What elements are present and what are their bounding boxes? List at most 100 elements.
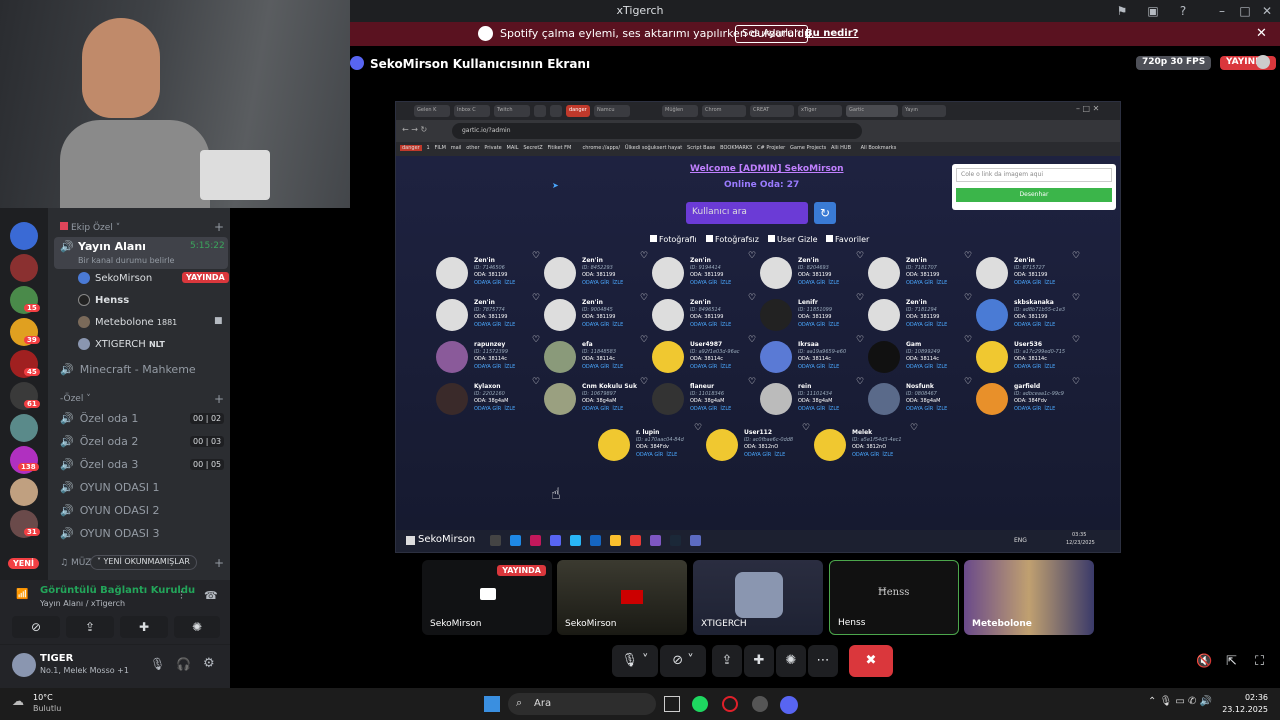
watch-link[interactable]: İZLE xyxy=(504,364,515,370)
heart-icon[interactable]: ♡ xyxy=(964,251,972,261)
heart-icon[interactable]: ♡ xyxy=(532,251,540,261)
remote-app-icon[interactable] xyxy=(590,535,601,546)
mic-toggle-button[interactable]: 🎙 ˅ xyxy=(612,645,658,677)
channel-oyun-odasi-1[interactable]: 🔊 OYUN ODASI 1 xyxy=(60,481,159,494)
watch-link[interactable]: İZLE xyxy=(1044,406,1055,412)
disconnect-call-icon[interactable]: ☎ xyxy=(204,589,218,602)
browser-tab[interactable]: Müğlen xyxy=(662,105,698,117)
bookmark[interactable]: Script Base xyxy=(687,145,715,151)
discord-app-icon[interactable] xyxy=(780,696,798,714)
channel-oyun-odasi-3[interactable]: 🔊 OYUN ODASI 3 xyxy=(60,527,159,540)
watch-link[interactable]: İZLE xyxy=(504,280,515,286)
heart-icon[interactable]: ♡ xyxy=(856,377,864,387)
watch-link[interactable]: İZLE xyxy=(828,406,839,412)
bookmark[interactable]: chrome://apps/ xyxy=(582,145,620,151)
bookmark[interactable]: All Bookmarks xyxy=(861,145,897,151)
maximize-icon[interactable]: □ xyxy=(1238,4,1252,18)
spotify-app-icon[interactable] xyxy=(692,696,708,712)
remote-app-icon[interactable] xyxy=(550,535,561,546)
heart-icon[interactable]: ♡ xyxy=(856,251,864,261)
filter-favorites[interactable]: Favoriler xyxy=(826,235,869,244)
screen-share-button[interactable]: ⇪ xyxy=(66,616,114,638)
watch-link[interactable]: İZLE xyxy=(720,322,731,328)
soundboard-button[interactable]: ✺ xyxy=(776,645,806,677)
channel-ozel-oda-1[interactable]: 🔊 Özel oda 1 xyxy=(60,412,138,425)
browser-tab[interactable]: Inbox C xyxy=(454,105,490,117)
close-notice-icon[interactable]: ✕ xyxy=(1256,26,1267,41)
heart-icon[interactable]: ♡ xyxy=(748,335,756,345)
watch-link[interactable]: İZLE xyxy=(612,280,623,286)
watch-link[interactable]: İZLE xyxy=(828,280,839,286)
task-view-icon[interactable] xyxy=(664,696,680,712)
join-room-link[interactable]: ODAYA GİR xyxy=(582,322,609,328)
join-room-link[interactable]: ODAYA GİR xyxy=(798,322,825,328)
heart-icon[interactable]: ♡ xyxy=(640,251,648,261)
heart-icon[interactable]: ♡ xyxy=(532,377,540,387)
audio-settings-button[interactable]: Ses Ayarları xyxy=(735,25,809,43)
join-room-link[interactable]: ODAYA GİR xyxy=(690,322,717,328)
checkbox-icon[interactable] xyxy=(650,235,657,242)
draw-button[interactable]: Desenhar xyxy=(956,188,1112,202)
bookmark[interactable]: Fitiket FM xyxy=(548,145,572,151)
heart-icon[interactable]: ♡ xyxy=(748,293,756,303)
watch-link[interactable]: İZLE xyxy=(666,452,677,458)
category-ekip-ozel[interactable]: Ekip Özel ˅ xyxy=(60,222,120,233)
join-room-link[interactable]: ODAYA GİR xyxy=(1014,280,1041,286)
participant-tile[interactable]: Metebolone xyxy=(964,560,1094,635)
heart-icon[interactable]: ♡ xyxy=(802,423,810,433)
soundboard-button[interactable]: ✺ xyxy=(174,616,220,638)
heart-icon[interactable]: ♡ xyxy=(532,293,540,303)
bookmark[interactable]: SecretZ xyxy=(523,145,542,151)
heart-icon[interactable]: ♡ xyxy=(532,335,540,345)
filter-photo[interactable]: Fotoğraflı xyxy=(650,235,697,244)
bookmark-list[interactable]: danger 1 FILM mail other Private MAIL Se… xyxy=(400,145,896,151)
server-icon[interactable] xyxy=(10,254,38,282)
browser-tab[interactable] xyxy=(534,105,546,117)
heart-icon[interactable]: ♡ xyxy=(1072,251,1080,261)
channel-item-yayin-alani[interactable]: 🔊 Yayın Alanı 5:15:22 Bir kanal durumu b… xyxy=(54,237,228,269)
category-ozel[interactable]: -Özel ˅ xyxy=(60,394,91,404)
participant-tile[interactable]: SekoMirson xyxy=(557,560,687,635)
watch-link[interactable]: İZLE xyxy=(1044,280,1055,286)
watch-link[interactable]: İZLE xyxy=(720,364,731,370)
watch-link[interactable]: İZLE xyxy=(936,406,947,412)
join-room-link[interactable]: ODAYA GİR xyxy=(474,322,501,328)
join-room-link[interactable]: ODAYA GİR xyxy=(906,322,933,328)
what-is-this-link[interactable]: Bu nedir? xyxy=(805,28,858,39)
heart-icon[interactable]: ♡ xyxy=(1072,377,1080,387)
heart-icon[interactable]: ♡ xyxy=(856,293,864,303)
browser-tab[interactable]: Gelen K xyxy=(414,105,450,117)
microphone-icon[interactable]: 🎙 xyxy=(150,657,165,671)
watch-link[interactable]: İZLE xyxy=(936,280,947,286)
bookmark[interactable]: MAIL xyxy=(507,145,519,151)
heart-icon[interactable]: ♡ xyxy=(910,423,918,433)
join-room-link[interactable]: ODAYA GİR xyxy=(798,364,825,370)
username[interactable]: TIGER xyxy=(40,653,73,664)
bookmark[interactable]: Game Projects xyxy=(790,145,826,151)
screen-icon[interactable]: ▣ xyxy=(1146,4,1160,18)
steam-app-icon[interactable] xyxy=(752,696,768,712)
watch-link[interactable]: İZLE xyxy=(936,322,947,328)
popout-icon[interactable]: ⇱ xyxy=(1226,654,1237,669)
image-link-input[interactable]: Cole o link da imagem aqui xyxy=(956,168,1112,182)
remote-app-icon[interactable] xyxy=(510,535,521,546)
close-icon[interactable]: ✕ xyxy=(1260,4,1274,18)
user-search-input[interactable]: Kullanıcı ara xyxy=(686,202,808,224)
heart-icon[interactable]: ♡ xyxy=(694,423,702,433)
server-icon[interactable] xyxy=(10,414,38,442)
more-options-button[interactable]: ⋯ xyxy=(808,645,838,677)
participant-tile-speaking[interactable]: Ħenss Henss xyxy=(829,560,959,635)
remote-app-icon[interactable] xyxy=(570,535,581,546)
participant-tile[interactable]: XTIGERCH xyxy=(693,560,823,635)
disconnect-button[interactable]: ✖ xyxy=(849,645,893,677)
remote-app-icon[interactable] xyxy=(490,535,501,546)
join-room-link[interactable]: ODAYA GİR xyxy=(852,452,879,458)
activities-button[interactable]: ✚ xyxy=(744,645,774,677)
inbox-icon[interactable]: ⚑ xyxy=(1115,4,1129,18)
remote-app-icon[interactable] xyxy=(690,535,701,546)
join-room-link[interactable]: ODAYA GİR xyxy=(582,406,609,412)
channel-minecraft[interactable]: 🔊 Minecraft - Mahkeme xyxy=(60,363,196,376)
shared-screen[interactable]: Gelen K Inbox C Twitch danger Namcu Müğl… xyxy=(395,101,1121,553)
volume-mute-icon[interactable]: 🔇 xyxy=(1196,654,1212,669)
watch-link[interactable]: İZLE xyxy=(720,280,731,286)
